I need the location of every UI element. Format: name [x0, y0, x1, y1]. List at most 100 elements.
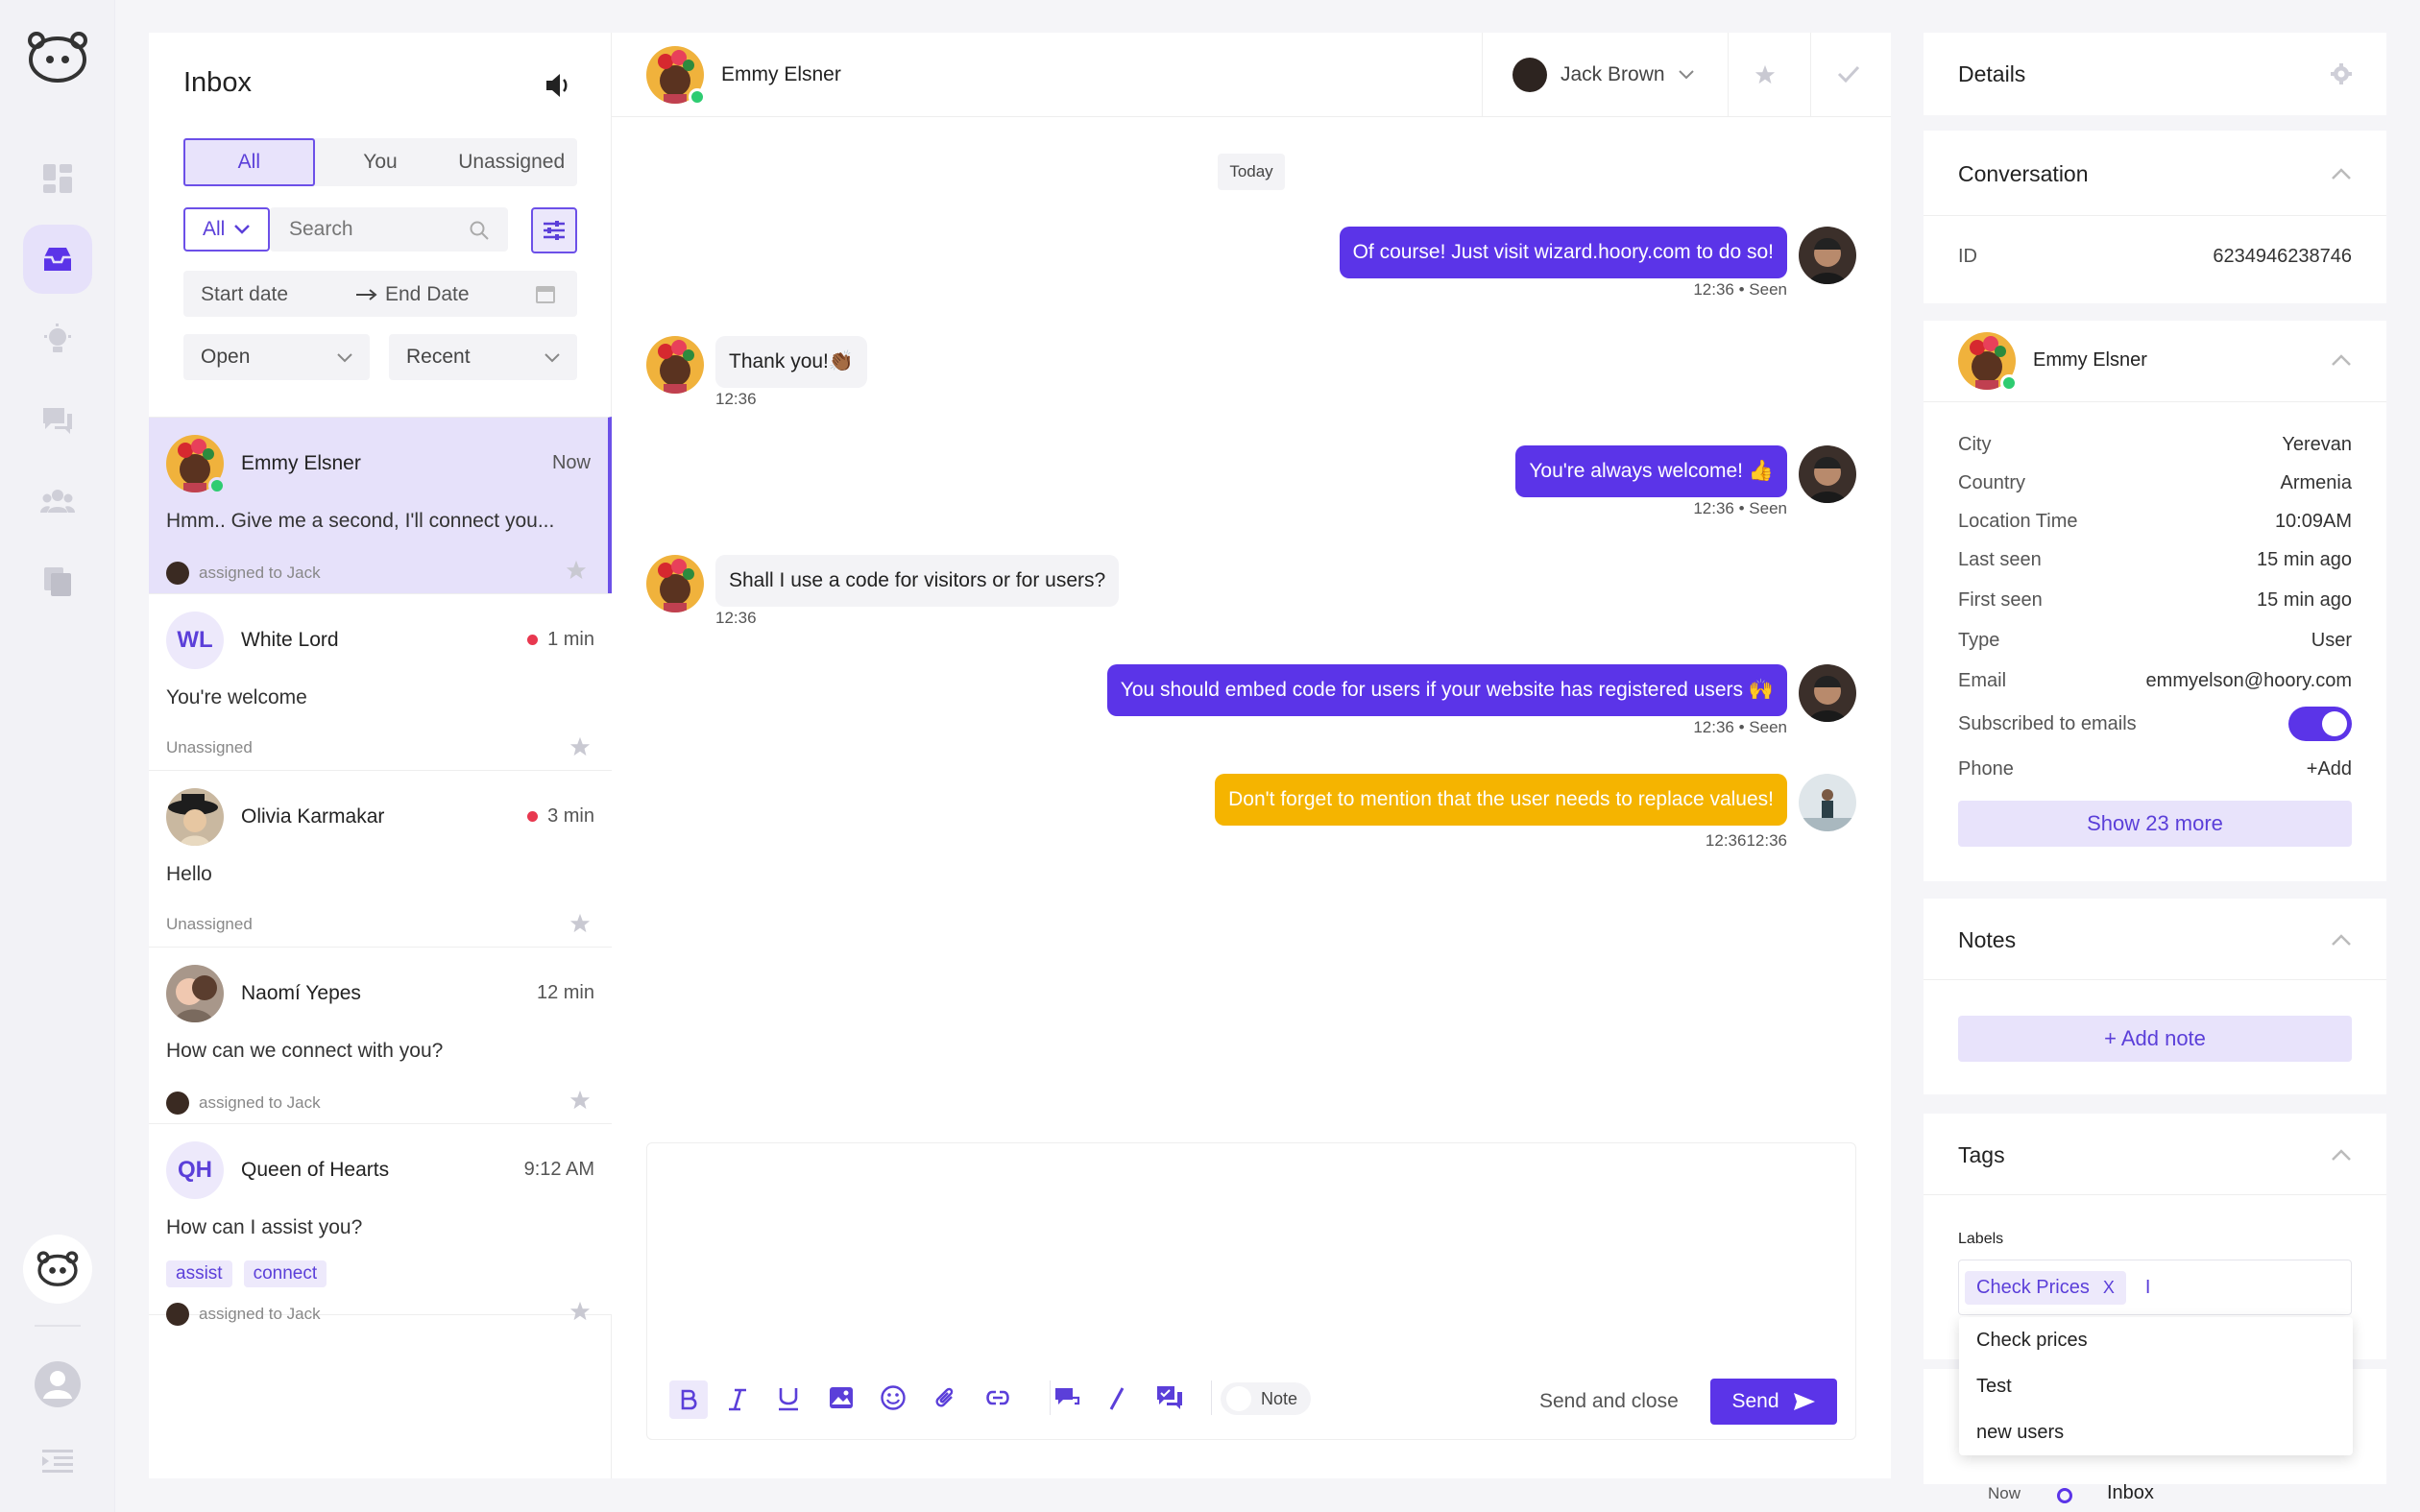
contacts-icon[interactable]	[23, 467, 92, 536]
chevron-up-icon[interactable]	[2331, 933, 2352, 947]
conversation-card: Conversation ID 6234946238746	[1924, 131, 2386, 303]
sort-select[interactable]: Recent	[389, 334, 577, 380]
chevron-down-icon	[234, 225, 251, 234]
chevron-up-icon[interactable]	[2331, 167, 2352, 180]
chevron-up-icon[interactable]	[2331, 1148, 2352, 1162]
gear-icon[interactable]	[2331, 63, 2352, 84]
conversation-assignee: assigned to Jack	[166, 1092, 321, 1115]
dashboard-icon[interactable]	[23, 144, 92, 213]
star-icon[interactable]	[569, 913, 591, 934]
details-header: Details	[1924, 33, 2386, 115]
conversation-item[interactable]: Olivia Karmakar 3 min Hello Unassigned	[149, 770, 612, 947]
suggestion-item[interactable]: new users	[1959, 1409, 2353, 1455]
conversation-item[interactable]: WL White Lord 1 min You're welcome Unass…	[149, 593, 612, 770]
tab-all[interactable]: All	[183, 138, 315, 186]
bot-icon[interactable]	[23, 1235, 92, 1304]
bold-icon	[681, 1389, 697, 1410]
note-toggle-label: Note	[1261, 1388, 1298, 1408]
star-icon[interactable]	[569, 1090, 591, 1111]
field-value[interactable]: emmyelson@hoory.com	[2146, 670, 2352, 692]
notes-title: Notes	[1958, 927, 2017, 952]
note-toggle-knob	[1226, 1386, 1251, 1411]
message-status: 12:36 • Seen	[1693, 280, 1787, 299]
field-row: Type User	[1958, 630, 2352, 652]
conversation-assignee: assigned to Jack	[166, 1303, 321, 1326]
add-phone-link[interactable]: +Add	[2307, 758, 2352, 780]
date-range-picker[interactable]: Start date End Date	[183, 271, 577, 317]
assignee-text: assigned to Jack	[199, 1093, 321, 1112]
suggestion-item[interactable]: Test	[1959, 1363, 2353, 1409]
label-chip-remove[interactable]: X	[2103, 1278, 2115, 1298]
search-box	[270, 207, 508, 252]
assignee-select[interactable]: Jack Brown	[1512, 56, 1694, 94]
link-icon[interactable]	[984, 1388, 1011, 1407]
italic-icon[interactable]	[727, 1388, 748, 1411]
sliders-icon	[544, 221, 565, 240]
documents-icon[interactable]	[23, 547, 92, 616]
advanced-filter-button[interactable]	[531, 207, 577, 253]
conversation-item[interactable]: QH Queen of Hearts 9:12 AM How can I ass…	[149, 1123, 612, 1326]
menu-collapse-icon[interactable]	[23, 1427, 92, 1496]
divider	[1924, 215, 2386, 216]
star-icon[interactable]	[569, 1301, 591, 1322]
search-input[interactable]	[289, 218, 472, 241]
conversation-time: 3 min	[527, 805, 594, 828]
label-suggestions-dropdown: Check prices Test new users	[1959, 1317, 2353, 1455]
user-avatar-icon[interactable]	[23, 1350, 92, 1419]
conversation-item[interactable]: Naomí Yepes 12 min How can we connect wi…	[149, 947, 612, 1123]
unread-dot	[527, 635, 539, 645]
labels-input-text[interactable]: I	[2145, 1277, 2151, 1299]
send-button[interactable]: Send	[1710, 1379, 1837, 1425]
id-label: ID	[1958, 246, 1977, 267]
status-select[interactable]: Open	[183, 334, 370, 380]
suggestion-item[interactable]: Check prices	[1959, 1317, 2353, 1363]
subscribed-toggle[interactable]	[2288, 707, 2352, 741]
tag-chip[interactable]: connect	[243, 1260, 327, 1287]
calendar-icon	[536, 286, 555, 303]
id-value: 6234946238746	[2213, 246, 2352, 267]
tag-chip[interactable]: assist	[166, 1260, 232, 1287]
attachment-icon[interactable]	[932, 1385, 957, 1410]
speaker-icon[interactable]	[544, 73, 571, 98]
start-date-field[interactable]: Start date	[201, 283, 288, 306]
labels-input[interactable]: Check Prices X I	[1958, 1260, 2352, 1315]
conversation-time: 1 min	[527, 629, 594, 651]
outgoing-message: Of course! Just visit wizard.hoory.com t…	[1339, 227, 1787, 278]
inbox-icon[interactable]	[23, 225, 92, 294]
conversation-time-text: Now	[551, 452, 591, 473]
outgoing-message: You're always welcome! 👍	[1515, 445, 1787, 497]
send-button-label: Send	[1731, 1390, 1779, 1412]
lightbulb-icon[interactable]	[23, 305, 92, 374]
tab-unassigned[interactable]: Unassigned	[446, 138, 577, 186]
emoji-icon[interactable]	[881, 1385, 906, 1410]
chevron-up-icon[interactable]	[2331, 353, 2352, 367]
composer-textarea[interactable]	[647, 1143, 1855, 1358]
divider	[1924, 401, 2386, 402]
tab-you[interactable]: You	[315, 138, 447, 186]
note-toggle[interactable]: Note	[1221, 1382, 1312, 1415]
show-more-button[interactable]: Show 23 more	[1958, 801, 2352, 847]
conversation-time-text: 9:12 AM	[523, 1159, 594, 1180]
image-icon[interactable]	[829, 1386, 854, 1409]
star-icon[interactable]	[566, 560, 587, 581]
add-note-button[interactable]: + Add note	[1958, 1016, 2352, 1062]
bold-button[interactable]	[669, 1380, 708, 1419]
divider	[1924, 979, 2386, 980]
end-date-field[interactable]: End Date	[385, 283, 470, 306]
message-status: 12:36 • Seen	[1693, 499, 1787, 517]
underline-icon[interactable]	[777, 1386, 800, 1411]
bot-logo-icon[interactable]	[25, 31, 90, 84]
canned-response-icon[interactable]	[1053, 1386, 1080, 1409]
chat-bubbles-icon[interactable]	[1155, 1384, 1184, 1411]
chat-icon[interactable]	[23, 386, 92, 455]
conversation-item[interactable]: Emmy Elsner Now Hmm.. Give me a second, …	[149, 417, 612, 593]
message-status: 12:3612:36	[1705, 831, 1787, 850]
star-icon[interactable]	[569, 736, 591, 757]
slash-command-icon[interactable]	[1109, 1386, 1125, 1411]
channel-filter-select[interactable]: All	[183, 207, 270, 252]
resolve-check-icon[interactable]	[1837, 65, 1860, 83]
field-row: Last seen 15 min ago	[1958, 549, 2352, 571]
chevron-down-icon	[1678, 70, 1694, 80]
send-and-close-button[interactable]: Send and close	[1539, 1390, 1679, 1413]
star-icon[interactable]	[1754, 64, 1776, 85]
